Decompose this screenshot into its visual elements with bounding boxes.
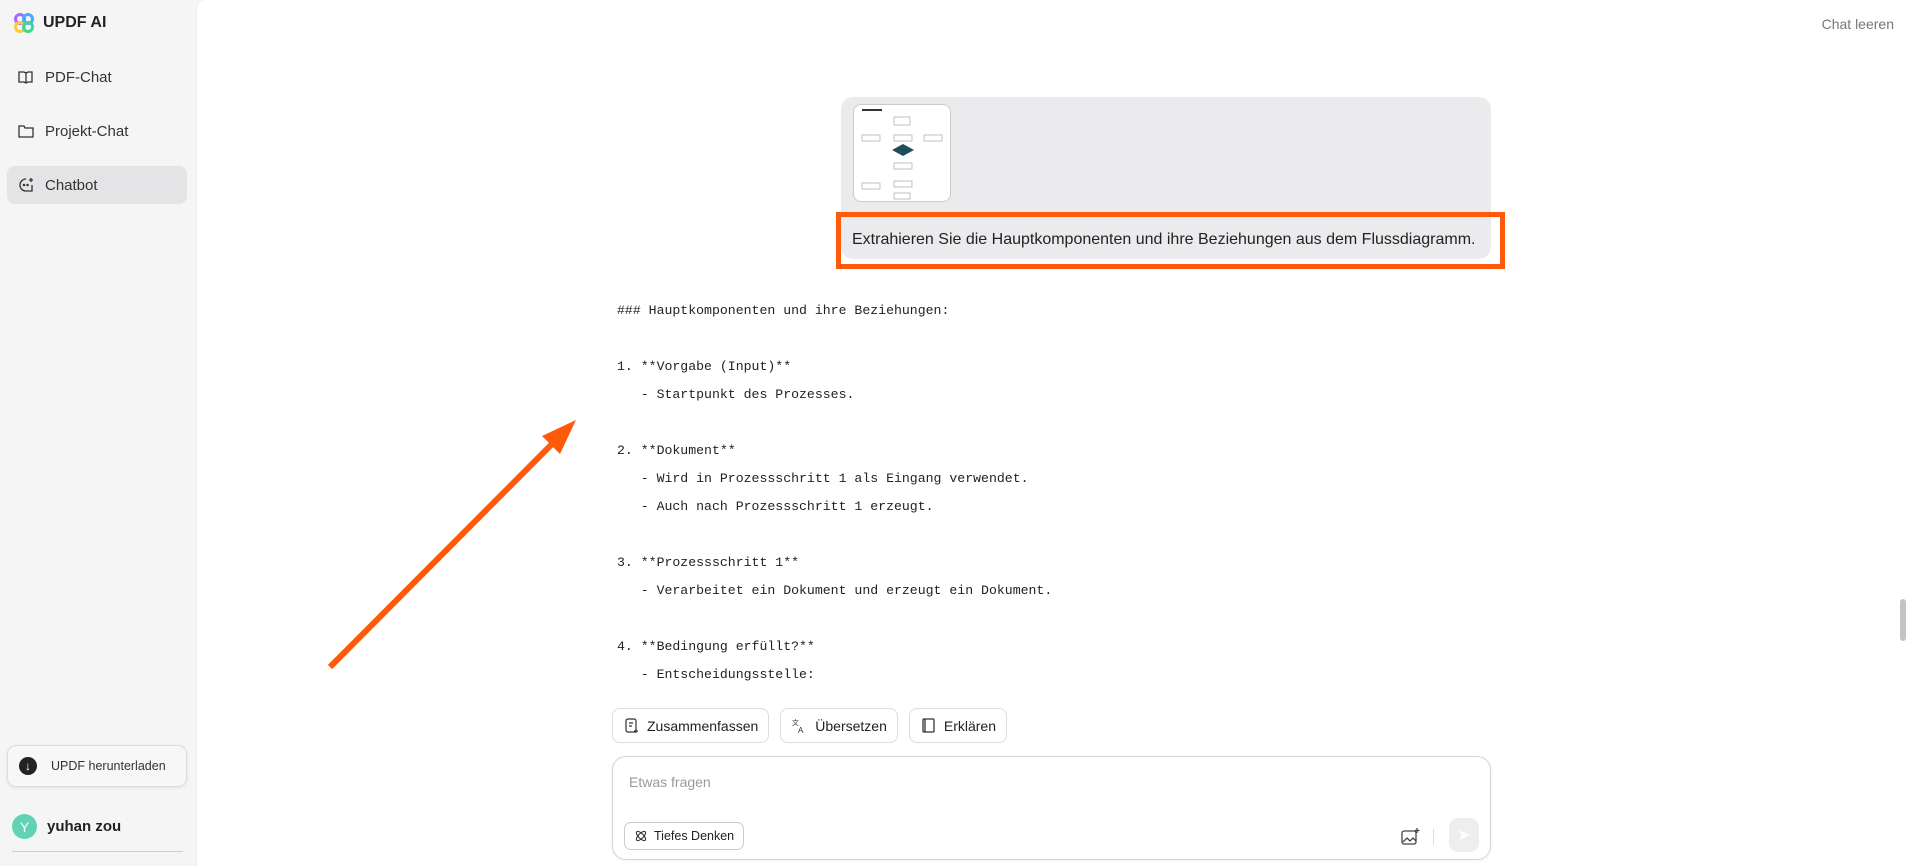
assistant-response: ### Hauptkomponenten und ihre Beziehunge… [617,297,1052,689]
user-name: yuhan zou [47,818,122,835]
scrollbar[interactable] [1900,599,1906,641]
sidebar-item-chatbot[interactable]: Chatbot [7,166,187,204]
updf-logo-icon [14,13,34,33]
highlight-box [836,212,1505,269]
deep-thinking-label: Tiefes Denken [654,829,735,843]
message-composer[interactable]: Etwas fragen Tiefes Denken ➤ [612,756,1491,860]
response-line: - Startpunkt des Prozesses. [617,387,855,402]
translate-button[interactable]: 文 A Übersetzen [780,708,898,743]
explain-button[interactable]: Erklären [908,708,1008,743]
download-updf-button[interactable]: ↓ UPDF herunterladen [7,745,187,787]
flowchart-image [861,109,943,200]
translate-icon: 文A [792,718,804,734]
app-logo[interactable]: UPDF AI [13,12,106,34]
response-line: - Wird in Prozessschritt 1 als Eingang v… [617,471,1029,486]
response-line: - Entscheidungsstelle: [617,667,815,682]
sidebar: UPDF AI PDF-Chat Projekt-Chat Chatbot ↓ … [0,0,196,866]
response-line: ​ [617,325,1052,353]
response-line: ​ [617,521,1052,549]
summarize-icon [625,718,638,733]
clear-chat-button[interactable]: Chat leeren [1822,16,1894,32]
download-label: UPDF herunterladen [51,759,166,773]
chatbot-icon [19,178,33,192]
response-line: 4. **Bedingung erfüllt?** [617,639,815,654]
response-line: 2. **Dokument** [617,443,736,458]
sidebar-item-pdf-chat[interactable]: PDF-Chat [7,58,187,96]
response-line: - Auch nach Prozessschritt 1 erzeugt. [617,499,934,514]
deep-thinking-toggle[interactable]: Tiefes Denken [624,822,745,850]
user-profile[interactable]: Y yuhan zou [12,814,121,839]
send-button[interactable]: ➤ [1449,818,1479,852]
app-title: UPDF AI [43,14,107,31]
image-upload-icon[interactable] [1400,827,1420,847]
avatar: Y [12,814,37,839]
response-line: 1. **Vorgabe (Input)** [617,359,792,374]
response-line: - Verarbeitet ein Dokument und erzeugt e… [617,583,1053,598]
book-icon [922,718,935,733]
sidebar-item-label: Chatbot [45,176,98,194]
summarize-button[interactable]: Zusammenfassen [612,708,770,743]
sidebar-item-projekt-chat[interactable]: Projekt-Chat [7,112,187,150]
response-line: ​ [617,605,1052,633]
quick-actions: Zusammenfassen 文 A Übersetzen Erklären [612,708,1008,743]
sidebar-item-label: PDF-Chat [45,68,112,86]
action-label: Übersetzen [815,717,887,734]
sidebar-item-label: Projekt-Chat [45,122,129,140]
response-line: ### Hauptkomponenten und ihre Beziehunge… [617,303,950,318]
response-line: ​ [617,409,1052,437]
divider [1433,829,1434,845]
divider [12,851,183,852]
action-label: Zusammenfassen [647,717,759,734]
response-line: 3. **Prozessschritt 1** [617,555,800,570]
download-icon: ↓ [19,757,37,775]
send-icon: ➤ [1457,827,1471,844]
folder-icon [18,125,34,138]
atom-icon [635,830,647,842]
message-input[interactable]: Etwas fragen [629,774,711,790]
svg-text:A: A [798,726,804,734]
book-icon [18,71,33,84]
action-label: Erklären [943,717,997,734]
flowchart-thumbnail[interactable] [853,104,951,202]
